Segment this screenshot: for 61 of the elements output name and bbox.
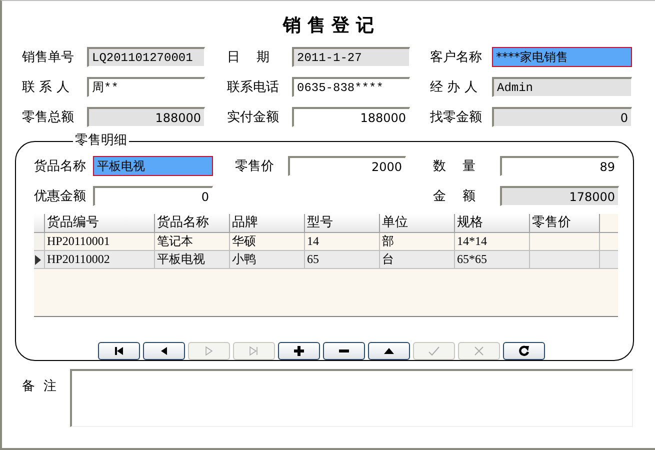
field-label: 客户名称 [430, 49, 483, 66]
table-cell: 小鸭 [230, 251, 305, 269]
input-field[interactable]: 178000 [500, 186, 619, 206]
column-header[interactable]: 型号 [305, 214, 380, 233]
field-label: 联系电话 [227, 79, 280, 96]
first-record-icon [112, 344, 126, 358]
remark-field[interactable] [70, 369, 633, 427]
table-cell: 台 [380, 251, 455, 269]
column-header[interactable]: 单位 [380, 214, 455, 233]
table-cell: 平板电视 [155, 251, 230, 269]
field-label: 实付金额 [227, 109, 280, 126]
field-label: 经 办 人 [430, 79, 478, 96]
input-field[interactable]: 188000 [292, 107, 410, 127]
input-field[interactable]: 0 [93, 186, 213, 206]
table-cell: HP20110002 [45, 251, 155, 269]
input-field[interactable]: 2011-1-27 [292, 47, 410, 67]
input-field[interactable]: 89 [500, 156, 619, 176]
field-label: 销售单号 [22, 49, 75, 66]
refresh-icon [517, 344, 531, 358]
column-header[interactable]: 规格 [455, 214, 530, 233]
field-label: 找零金额 [430, 109, 483, 126]
field-label: 数 量 [433, 158, 477, 175]
input-field[interactable]: 0635-838**** [292, 77, 410, 97]
field-label: 零售总额 [22, 109, 75, 126]
field-label: 备 注 [22, 378, 58, 396]
column-header[interactable]: 货品名称 [155, 214, 230, 233]
navigator-button[interactable] [278, 342, 320, 360]
input-field[interactable]: Admin [492, 77, 632, 97]
field-label: 优惠金额 [34, 188, 87, 205]
field-label: 金 额 [433, 188, 477, 205]
table-row[interactable]: HP20110002 平板电视 小鸭 65 台 65*65 [34, 251, 618, 269]
field-label: 日 期 [227, 49, 271, 66]
input-field[interactable]: 平板电视 [93, 156, 213, 176]
navigator-button[interactable] [143, 342, 185, 360]
input-field[interactable]: 188000 [87, 107, 205, 127]
cross-icon [472, 344, 486, 358]
column-header[interactable]: 零售价 [530, 214, 600, 233]
column-header[interactable]: 品牌 [230, 214, 305, 233]
input-field[interactable]: 周** [87, 77, 205, 97]
form-title: 销 售 登 记 [282, 14, 375, 38]
checkmark-icon [427, 344, 441, 358]
navigator-button[interactable] [368, 342, 410, 360]
row-pointer-icon [34, 254, 42, 264]
group-legend: 零售明细 [73, 133, 129, 149]
table-cell: 65 [305, 251, 380, 269]
table-cell [530, 251, 600, 269]
field-label: 联 系 人 [22, 79, 70, 96]
input-field[interactable]: 2000 [288, 156, 406, 176]
column-header[interactable]: 货品编号 [45, 214, 155, 233]
row-header[interactable] [34, 251, 45, 269]
navigator-button[interactable] [98, 342, 140, 360]
input-field[interactable]: 0 [492, 107, 632, 127]
table-cell: 65*65 [455, 251, 530, 269]
grid-corner [34, 214, 45, 233]
field-label: 零售价 [235, 158, 275, 175]
field-label: 货品名称 [34, 158, 87, 175]
navigator-button[interactable] [323, 342, 365, 360]
plus-icon [292, 344, 306, 358]
input-field[interactable]: LQ201101270001 [87, 47, 205, 67]
input-field[interactable]: ****家电销售 [492, 47, 632, 67]
navigator-button[interactable] [503, 342, 545, 360]
